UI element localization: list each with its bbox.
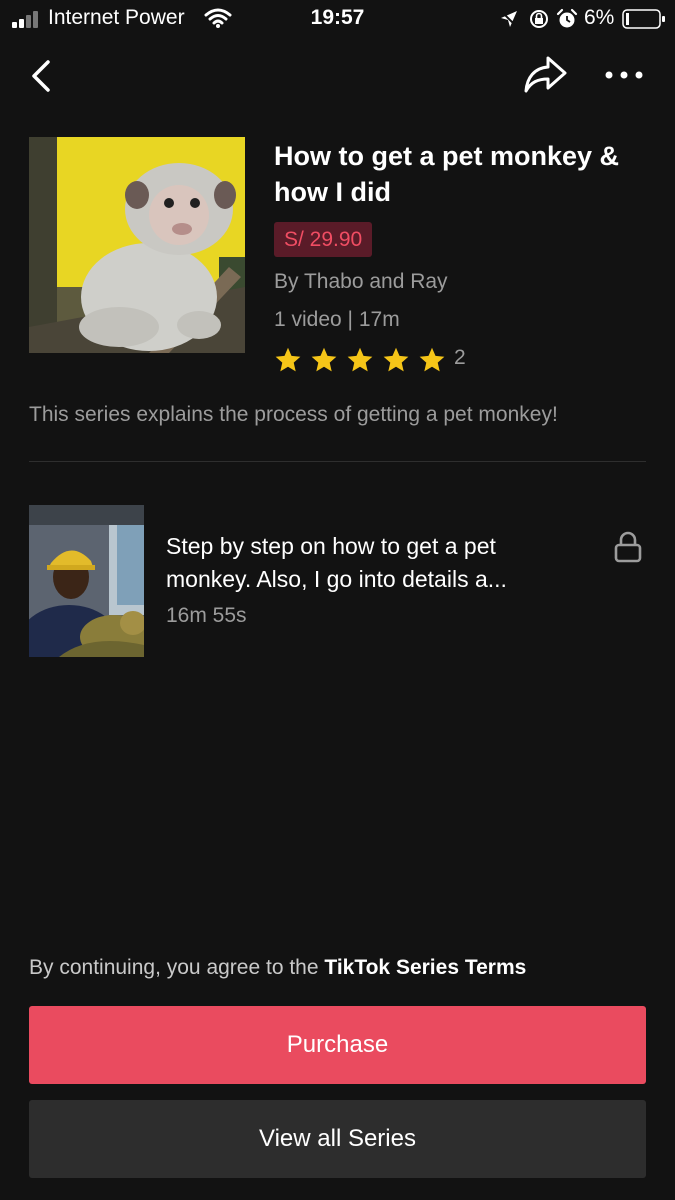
series-author: By Thabo and Ray (274, 270, 448, 293)
more-options-icon[interactable] (602, 62, 646, 88)
series-meta: 1 video | 17m (274, 308, 400, 331)
star-icon (347, 347, 373, 372)
star-icon (419, 347, 445, 372)
status-bar: Internet Power 19:57 6% (0, 0, 675, 38)
star-icon (383, 347, 409, 372)
series-title: How to get a pet monkey & how I did (274, 141, 620, 207)
divider (29, 461, 646, 462)
terms-notice: By continuing, you agree to the TikTok S… (29, 956, 526, 980)
battery-icon (622, 9, 665, 29)
episode-thumbnail (29, 505, 144, 657)
battery-percentage: 6% (584, 6, 615, 29)
orientation-lock-icon (530, 10, 548, 28)
back-chevron-icon[interactable] (26, 56, 56, 96)
alarm-icon (556, 8, 578, 28)
star-icon (311, 347, 337, 372)
lock-icon (614, 531, 642, 563)
terms-link[interactable]: TikTok Series Terms (324, 956, 526, 979)
episode-title: Step by step on how to get a pet monkey.… (166, 533, 507, 592)
series-cover-image (29, 137, 245, 353)
episode-row[interactable]: Step by step on how to get a pet monkey.… (0, 500, 675, 660)
view-all-series-button[interactable]: View all Series (29, 1100, 646, 1178)
location-icon (500, 10, 518, 28)
price-badge: S/ 29.90 (274, 222, 373, 257)
series-description: This series explains the process of gett… (29, 403, 558, 426)
rating-count: 2 (454, 346, 466, 369)
episode-duration: 16m 55s (166, 604, 247, 627)
purchase-button[interactable]: Purchase (29, 1006, 646, 1084)
terms-prefix: By continuing, you agree to the (29, 956, 325, 979)
share-icon[interactable] (522, 54, 568, 96)
star-icon (275, 347, 301, 372)
